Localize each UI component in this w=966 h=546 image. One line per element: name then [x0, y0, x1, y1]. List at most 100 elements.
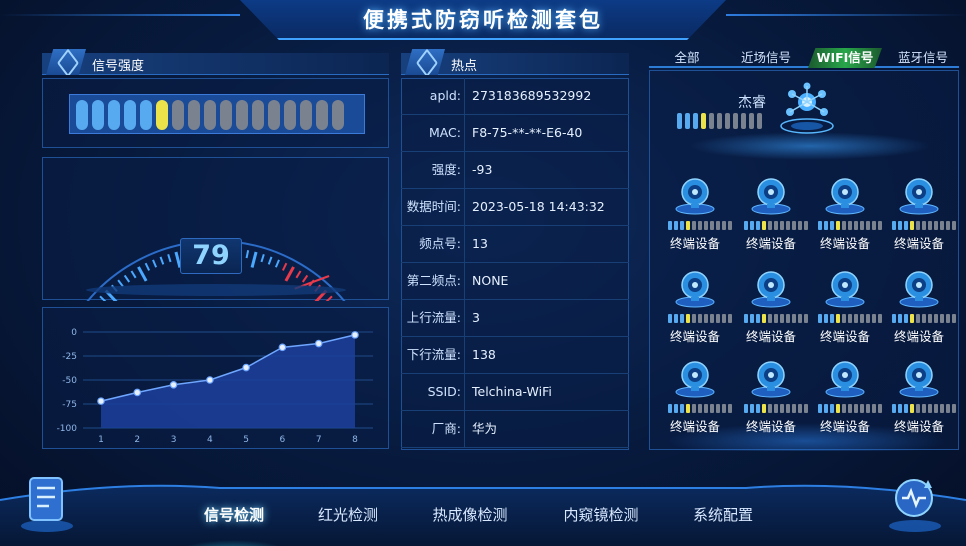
chart-point	[351, 331, 359, 339]
device-name: 终端设备	[669, 419, 720, 434]
hotspot-panel-header: 热点	[401, 49, 629, 75]
y-tick-label: 0	[71, 328, 77, 338]
tab-all[interactable]: 全部	[664, 48, 710, 68]
camera-device-icon	[751, 361, 791, 398]
chart-point	[242, 363, 250, 372]
terminal-device-card[interactable]: 终端设备	[888, 175, 956, 261]
signal-panel-title: 信号强度	[92, 59, 145, 74]
signal-segment	[701, 113, 706, 129]
title-decoration-right	[726, 14, 966, 16]
signal-segment	[725, 113, 730, 129]
nav-endoscope-detect[interactable]: 内窥镜检测	[552, 503, 650, 527]
signal-panel-header: 信号强度	[42, 49, 389, 75]
gauge-tick	[267, 256, 273, 265]
gauge-tick	[117, 279, 124, 288]
gauge-base	[86, 284, 346, 296]
nav-system-config[interactable]: 系统配置	[682, 503, 764, 527]
tab-bluetooth[interactable]: 蓝牙信号	[890, 48, 956, 68]
gauge-tick	[167, 253, 172, 263]
gauge-value: 79	[180, 238, 242, 274]
terminal-device-card[interactable]: 终端设备	[814, 268, 882, 354]
terminal-device-card[interactable]: 终端设备	[888, 358, 956, 444]
hotspot-panel-title: 热点	[451, 59, 478, 74]
terminal-device-card[interactable]: 终端设备	[664, 268, 732, 354]
terminal-device-card[interactable]: 终端设备	[740, 358, 808, 444]
device-name: 终端设备	[893, 419, 944, 434]
camera-device-icon	[675, 178, 715, 215]
hotspot-row: 强度: -93	[401, 152, 629, 189]
hotspot-value: 138	[472, 347, 496, 362]
device-name: 终端设备	[745, 419, 796, 434]
y-tick-label: -75	[62, 400, 77, 410]
signal-gauge	[74, 240, 358, 332]
hotspot-value: 13	[472, 236, 488, 251]
device-signal-bar	[668, 404, 732, 413]
chart-area	[101, 334, 355, 428]
signal-segment	[717, 113, 722, 129]
app-title: 便携式防窃听检测套包	[363, 8, 603, 32]
hotspot-divider	[464, 152, 465, 188]
x-tick-label: 7	[316, 435, 322, 445]
terminal-device-card[interactable]: 终端设备	[664, 358, 732, 444]
hotspot-divider	[464, 78, 465, 114]
hotspot-value: 273183689532992	[472, 88, 592, 103]
device-signal-bar	[818, 314, 882, 323]
network-node-icon	[780, 82, 834, 134]
hotspot-divider	[464, 263, 465, 299]
terminal-device-card[interactable]: 终端设备	[814, 175, 882, 261]
title-decoration-left	[0, 14, 240, 16]
gauge-tick	[245, 250, 250, 259]
signal-segment	[693, 113, 698, 129]
refresh-scan-icon[interactable]	[886, 472, 944, 534]
hotspot-key: SSID:	[427, 384, 461, 399]
camera-device-icon	[751, 271, 791, 308]
terminal-device-card[interactable]: 终端设备	[814, 358, 882, 444]
gauge-tick	[123, 274, 131, 283]
gauge-tick	[137, 266, 148, 282]
terminal-device-card[interactable]: 终端设备	[888, 268, 956, 354]
signal-segment	[236, 100, 248, 130]
tab-wifi[interactable]: WIFI信号	[808, 48, 882, 68]
hotspot-divider	[464, 411, 465, 447]
device-signal-bar	[668, 314, 732, 323]
device-name: 终端设备	[893, 329, 944, 344]
signal-segment	[300, 100, 312, 130]
camera-device-icon	[825, 271, 865, 308]
x-tick-label: 4	[207, 435, 213, 445]
terminal-device-card[interactable]: 终端设备	[740, 175, 808, 261]
hotspot-value: NONE	[472, 273, 509, 288]
device-signal-bar	[892, 314, 956, 323]
signal-segment	[76, 100, 88, 130]
signal-segment	[204, 100, 216, 130]
signal-segment	[124, 100, 136, 130]
gauge-tick	[260, 253, 265, 263]
hotspot-value: 华为	[472, 421, 498, 436]
terminal-device-card[interactable]: 终端设备	[740, 268, 808, 354]
nav-signal-detect[interactable]: 信号检测	[193, 503, 275, 527]
tab-near-field[interactable]: 近场信号	[733, 48, 799, 68]
camera-device-icon	[825, 361, 865, 398]
signal-segment	[685, 113, 690, 129]
signal-segment	[140, 100, 152, 130]
nav-thermal-detect[interactable]: 热成像检测	[420, 503, 520, 527]
access-point-name: 杰睿	[738, 95, 766, 111]
chart-point	[133, 388, 142, 397]
signal-line-chart: 0 -25 -50 -75 -100 1 2 3 4 5 6 7 8	[57, 328, 373, 445]
hotspot-value: -93	[472, 162, 493, 177]
signal-segment	[252, 100, 264, 130]
hotspot-value: 3	[472, 310, 480, 325]
document-icon[interactable]	[18, 472, 76, 534]
gauge-tick	[284, 266, 295, 282]
hotspot-row: apld: 273183689532992	[401, 78, 629, 115]
x-tick-label: 2	[134, 435, 140, 445]
terminal-device-card[interactable]: 终端设备	[664, 175, 732, 261]
gauge-tick	[301, 274, 309, 283]
device-name: 终端设备	[745, 329, 796, 344]
device-signal-bar	[892, 404, 956, 413]
hotspot-row: 下行流量: 138	[401, 337, 629, 374]
nav-red-light-detect[interactable]: 红光检测	[308, 503, 388, 527]
device-signal-bar	[892, 221, 956, 230]
signal-segment	[188, 100, 200, 130]
signal-segment	[316, 100, 328, 130]
signal-segment	[741, 113, 746, 129]
